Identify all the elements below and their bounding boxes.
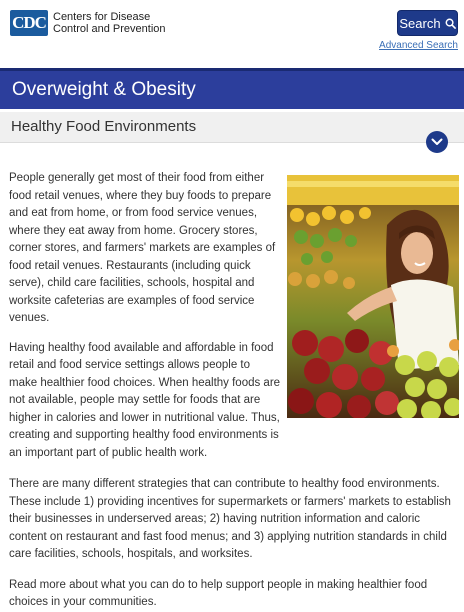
page-title: Overweight & Obesity (12, 79, 196, 100)
availability-paragraph: Having healthy food available and afford… (9, 341, 281, 459)
logo-mark: CDC (10, 10, 48, 36)
read-more-paragraph: Read more about what you can do to help … (9, 578, 428, 609)
logo-line-1: Centers for Disease (53, 11, 151, 23)
search-label: Search (399, 15, 441, 31)
search-icon (445, 18, 456, 29)
strategies-paragraph: There are many different strategies that… (9, 478, 451, 560)
section-title: Healthy Food Environments (11, 118, 197, 135)
site-header: CDC Centers for Disease Control and Prev… (0, 0, 464, 68)
logo-line-2: Control and Prevention (53, 23, 166, 35)
collapse-toggle-button[interactable] (426, 131, 448, 153)
section-header[interactable]: Healthy Food Environments (0, 112, 464, 143)
cdc-logo[interactable]: CDC Centers for Disease Control and Prev… (10, 10, 166, 36)
advanced-search-link[interactable]: Advanced Search (379, 40, 458, 51)
page-title-bar: Overweight & Obesity (0, 68, 464, 109)
chevron-down-icon (431, 138, 443, 145)
search-button[interactable]: Search (397, 10, 458, 36)
logo-wordmark: Centers for Disease Control and Preventi… (53, 11, 166, 35)
main-content: People generally get most of their food … (9, 170, 455, 612)
intro-paragraph: People generally get most of their food … (9, 172, 276, 324)
